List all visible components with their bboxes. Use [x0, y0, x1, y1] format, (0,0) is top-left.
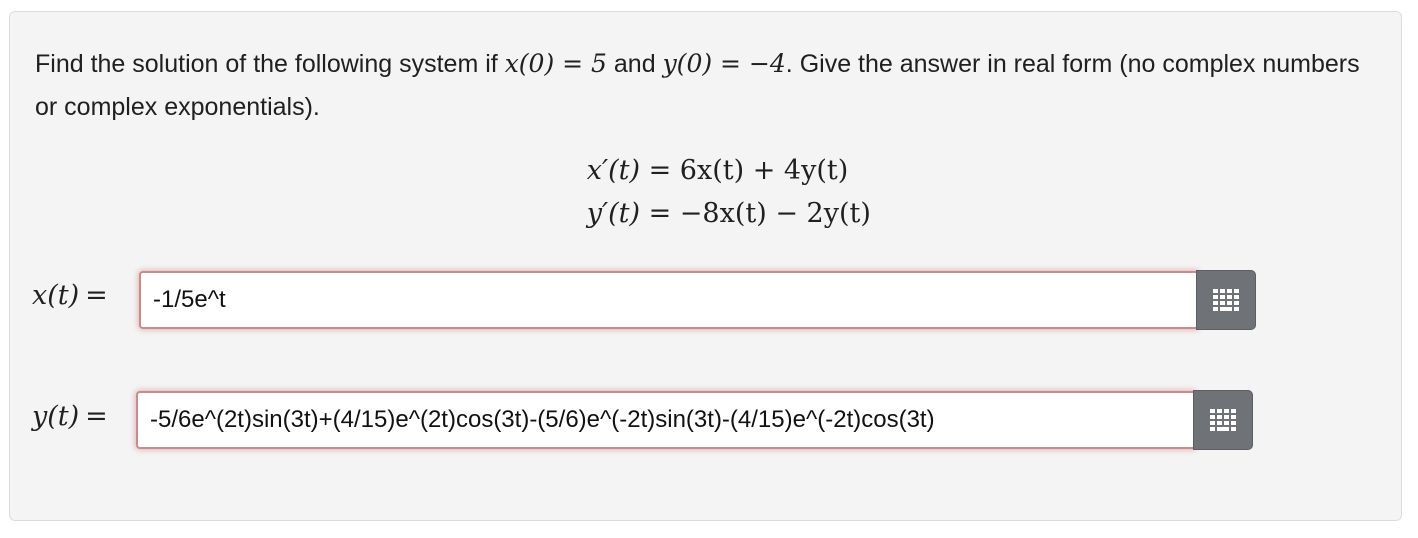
x-answer-label-equals: = [85, 280, 108, 311]
problem-text-1: Find the solution of the following syste… [35, 50, 505, 78]
equation-x-rhs: = 6x(t) + 4y(t) [648, 155, 849, 186]
problem-statement: Find the solution of the following syste… [35, 42, 1365, 129]
initial-condition-y: y(0) = −4 [662, 49, 786, 78]
equation-y-lhs: y′(t) [586, 198, 640, 229]
problem-text-2: and [606, 50, 663, 78]
keypad-icon [1213, 289, 1239, 311]
y-answer-label-var: y(t) [32, 401, 80, 432]
y-answer-label: y(t) = [32, 401, 108, 432]
question-card: Find the solution of the following syste… [9, 11, 1402, 521]
x-answer-label-var: x(t) [32, 280, 80, 311]
x-answer-label: x(t) = [32, 280, 108, 311]
equation-x-lhs: x′(t) [586, 155, 640, 186]
equation-x: x′(t) = 6x(t) + 4y(t) [548, 149, 871, 192]
y-keypad-button[interactable] [1193, 390, 1253, 450]
y-answer-input[interactable]: -5/6e^(2t)sin(3t)+(4/15)e^(2t)cos(3t)-(5… [136, 391, 1194, 449]
x-keypad-button[interactable] [1196, 270, 1256, 330]
initial-condition-x: x(0) = 5 [504, 49, 607, 78]
x-answer-input[interactable]: -1/5e^t [139, 271, 1197, 329]
equation-y: y′(t) = −8x(t) − 2y(t) [548, 192, 871, 235]
keypad-icon [1210, 409, 1236, 431]
y-answer-label-equals: = [85, 401, 108, 432]
equation-y-rhs: = −8x(t) − 2y(t) [648, 198, 871, 229]
ode-system: x′(t) = 6x(t) + 4y(t) y′(t) = −8x(t) − 2… [548, 149, 871, 235]
